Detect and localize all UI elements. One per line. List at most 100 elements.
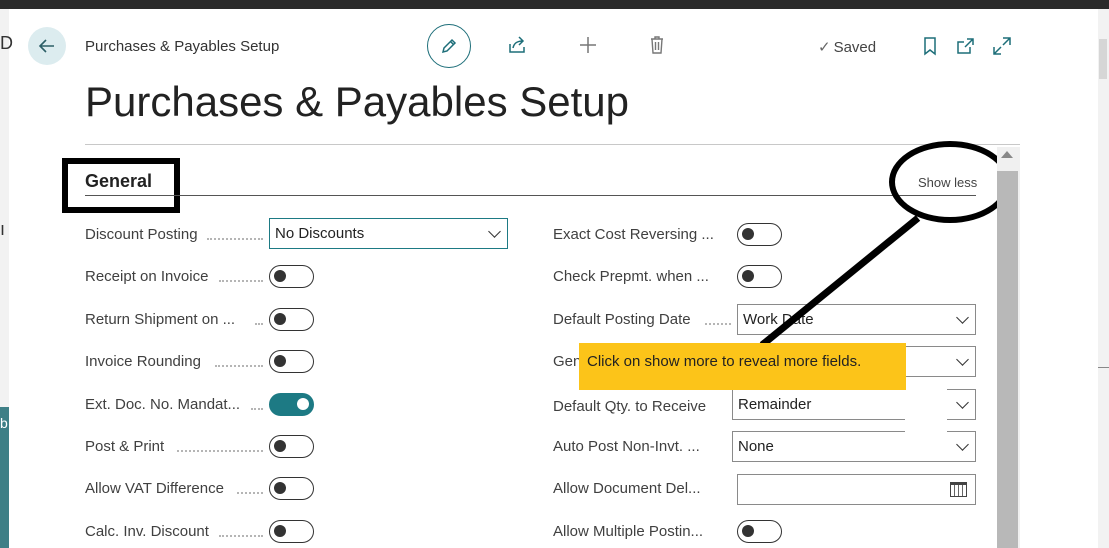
- field-default-posting-date: Default Posting Date Work Date: [553, 304, 976, 335]
- breadcrumb: Purchases & Payables Setup: [85, 38, 280, 55]
- post-and-print-toggle[interactable]: [269, 435, 314, 458]
- edit-button[interactable]: [427, 24, 471, 68]
- allow-vat-difference-toggle[interactable]: [269, 477, 314, 500]
- field-allow-vat-difference: Allow VAT Difference: [85, 474, 325, 504]
- toggle-knob: [274, 355, 286, 367]
- open-external-icon: [957, 38, 974, 54]
- save-status: ✓ Saved: [818, 38, 876, 56]
- select-value: None: [738, 438, 774, 455]
- background-page-right: [1098, 9, 1109, 548]
- dotted-leader: [251, 408, 263, 410]
- field-invoice-rounding: Invoice Rounding: [85, 347, 325, 377]
- open-new-window-button[interactable]: [955, 35, 977, 57]
- dotted-leader: [215, 365, 263, 367]
- share-button[interactable]: [506, 34, 528, 56]
- scrollbar-thumb[interactable]: [997, 171, 1018, 548]
- arrow-left-icon: [38, 39, 54, 53]
- field-check-prepmt: Check Prepmt. when ...: [553, 262, 793, 292]
- chevron-down-icon: [488, 225, 501, 238]
- field-calc-inv-discount: Calc. Inv. Discount: [85, 517, 325, 547]
- page-title: Purchases & Payables Setup: [85, 78, 629, 125]
- expand-button[interactable]: [991, 35, 1013, 57]
- share-icon: [509, 36, 525, 53]
- field-allow-multiple-posting: Allow Multiple Postin...: [553, 517, 793, 547]
- ext-doc-no-mandatory-toggle[interactable]: [269, 393, 314, 416]
- chevron-down-icon: [956, 396, 969, 409]
- field-label: Default Posting Date: [553, 311, 691, 328]
- new-button[interactable]: [577, 34, 599, 56]
- default-posting-date-select[interactable]: Work Date: [737, 304, 976, 335]
- chevron-down-icon: [956, 438, 969, 451]
- tooltip-text: Click on show more to reveal more fields…: [587, 353, 862, 370]
- toggle-knob: [742, 228, 754, 240]
- background-teal-panel: b: [0, 407, 9, 548]
- field-label: Return Shipment on ...: [85, 311, 236, 328]
- background-text-fragment: b: [0, 415, 8, 431]
- field-label: Discount Posting: [85, 226, 198, 243]
- select-value: No Discounts: [275, 225, 365, 242]
- return-shipment-toggle[interactable]: [269, 308, 314, 331]
- field-label: Post & Print: [85, 438, 165, 455]
- section-divider: [85, 195, 976, 196]
- top-bar: [0, 0, 1109, 9]
- toggle-knob: [274, 482, 286, 494]
- toggle-knob: [742, 525, 754, 537]
- dotted-leader: [219, 280, 263, 282]
- field-post-and-print: Post & Print: [85, 432, 325, 462]
- delete-button[interactable]: [646, 34, 668, 56]
- field-label: Exact Cost Reversing ...: [553, 226, 714, 243]
- select-value: Work Date: [743, 311, 814, 328]
- plus-icon: [580, 37, 596, 53]
- check-prepmt-toggle[interactable]: [737, 265, 782, 288]
- scroll-up-arrow-icon[interactable]: [1001, 151, 1013, 158]
- exact-cost-reversing-toggle[interactable]: [737, 223, 782, 246]
- checkmark-icon: ✓: [818, 39, 831, 56]
- highlight-circle-annotation: [889, 141, 1011, 223]
- toggle-knob: [274, 313, 286, 325]
- allow-document-deletion-date-input[interactable]: [737, 474, 976, 505]
- toggle-knob: [274, 525, 286, 537]
- calc-inv-discount-toggle[interactable]: [269, 520, 314, 543]
- chevron-down-icon: [956, 311, 969, 324]
- toggle-knob: [742, 270, 754, 282]
- allow-multiple-posting-toggle[interactable]: [737, 520, 782, 543]
- bookmark-icon: [924, 37, 936, 56]
- select-value: Remainder: [738, 396, 812, 413]
- expand-icon: [993, 37, 1011, 55]
- auto-post-non-invt-select[interactable]: None: [732, 431, 976, 462]
- field-label: Ext. Doc. No. Mandat...: [85, 396, 241, 413]
- field-auto-post-non-invt: Auto Post Non-Invt. ... None: [553, 431, 976, 462]
- scrollbar[interactable]: [997, 147, 1020, 548]
- field-return-shipment: Return Shipment on ...: [85, 305, 325, 335]
- title-divider: [85, 144, 1020, 145]
- background-text-fragment: D: [0, 33, 13, 53]
- trash-icon: [651, 36, 663, 54]
- back-button[interactable]: [28, 27, 66, 65]
- field-label: Allow Document Del...: [553, 480, 701, 497]
- toggle-knob: [297, 398, 309, 410]
- field-label: Auto Post Non-Invt. ...: [553, 438, 700, 455]
- pencil-icon: [441, 38, 457, 54]
- toggle-knob: [274, 440, 286, 452]
- field-label: Default Qty. to Receive: [553, 398, 707, 415]
- dotted-leader: [255, 323, 263, 325]
- tooltip-callout: Click on show more to reveal more fields…: [579, 343, 906, 390]
- field-label: Allow VAT Difference: [85, 480, 224, 497]
- highlight-box-annotation: [62, 158, 180, 213]
- dotted-leader: [219, 535, 263, 537]
- field-exact-cost-reversing: Exact Cost Reversing ...: [553, 220, 793, 250]
- dotted-leader: [207, 238, 263, 240]
- field-label: Invoice Rounding: [85, 353, 201, 370]
- field-receipt-on-invoice: Receipt on Invoice: [85, 262, 325, 292]
- receipt-on-invoice-toggle[interactable]: [269, 265, 314, 288]
- field-label: Receipt on Invoice: [85, 268, 209, 285]
- field-label: Allow Multiple Postin...: [553, 523, 704, 540]
- discount-posting-select[interactable]: No Discounts: [269, 218, 508, 249]
- bookmark-button[interactable]: [920, 35, 940, 57]
- invoice-rounding-toggle[interactable]: [269, 350, 314, 373]
- field-label: Gen: [553, 353, 582, 370]
- calendar-icon[interactable]: [950, 482, 967, 497]
- chevron-down-icon: [956, 353, 969, 366]
- background-page-left: D ı b: [0, 9, 13, 548]
- field-discount-posting: Discount Posting No Discounts: [85, 218, 508, 250]
